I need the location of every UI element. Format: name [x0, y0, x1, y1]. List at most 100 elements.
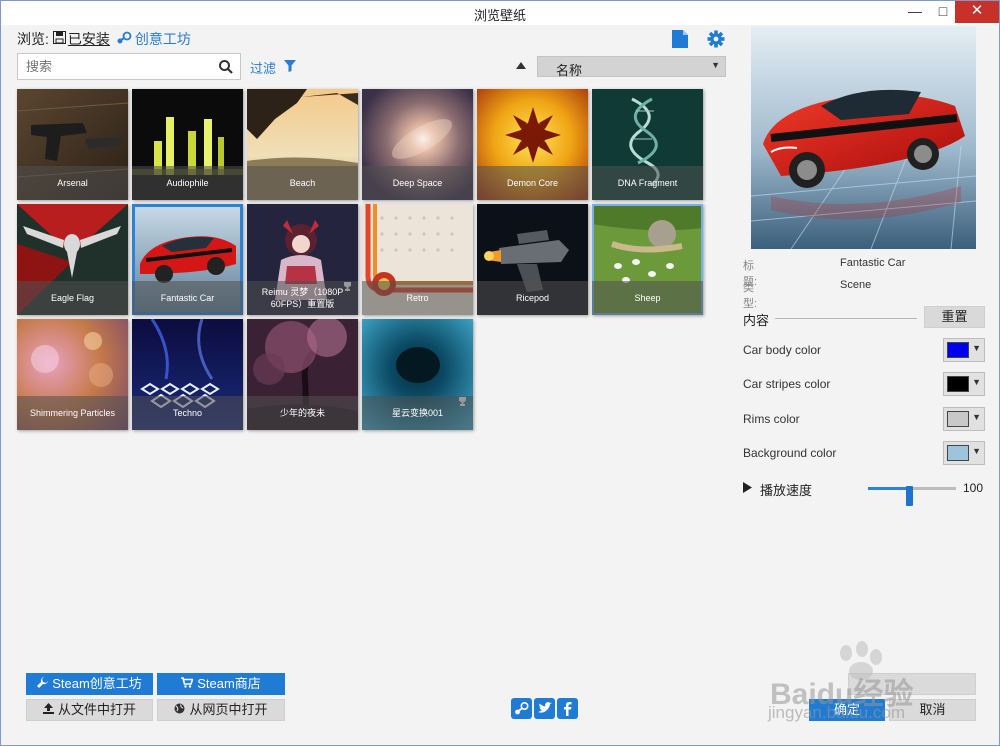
type-label: 类型:	[743, 282, 758, 310]
wallpaper-tile-arsenal[interactable]: Arsenal	[17, 89, 128, 200]
property-label: Car body color	[743, 343, 822, 357]
open-from-file-button[interactable]: 从文件中打开	[26, 699, 153, 721]
wallpaper-title: Retro	[362, 281, 473, 315]
twitter-icon[interactable]	[534, 698, 555, 719]
reset-button[interactable]: 重置	[924, 306, 985, 328]
steam-icon	[116, 31, 132, 48]
color-picker[interactable]: ▼	[943, 407, 985, 431]
property-label: Background color	[743, 446, 837, 460]
property-label: Car stripes color	[743, 377, 831, 391]
wallpaper-title: Eagle Flag	[17, 281, 128, 315]
playback-speed-label: 播放速度	[760, 483, 813, 498]
wallpaper-title: Audiophile	[132, 166, 243, 200]
chevron-down-icon: ▼	[711, 60, 720, 70]
chevron-down-icon: ▼	[972, 412, 981, 422]
sort-direction-icon[interactable]	[514, 59, 528, 71]
social-links	[511, 698, 578, 719]
color-picker[interactable]: ▼	[943, 372, 985, 396]
wallpaper-tile-sheep[interactable]: Sheep	[592, 204, 703, 315]
facebook-icon[interactable]	[557, 698, 578, 719]
content-label: 内容	[743, 313, 770, 328]
property-label: Rims color	[743, 412, 800, 426]
ok-button-secondary-hidden	[848, 673, 976, 695]
wallpaper-title: Deep Space	[362, 166, 473, 200]
title-bar: 浏览壁纸 — □ ✕	[1, 1, 999, 25]
wallpaper-tile-retro[interactable]: Retro	[362, 204, 473, 315]
browse-source-row: 浏览: 已安装 创意工坊	[17, 29, 191, 49]
content-section-header: 内容 重置	[743, 306, 985, 329]
wallpaper-tile-fantastic-car[interactable]: Fantastic Car	[132, 204, 243, 315]
wallpaper-tile-deep-space[interactable]: Deep Space	[362, 89, 473, 200]
sort-select[interactable]: 名称 ▼	[537, 56, 726, 78]
search-field	[17, 53, 241, 80]
wallpaper-tile-reimu[interactable]: Reimu 灵梦（1080P 60FPS）重置版	[247, 204, 358, 315]
wallpaper-title: 星云变换001	[362, 396, 473, 430]
close-button[interactable]: ✕	[955, 1, 999, 23]
browse-label: 浏览:	[17, 31, 49, 47]
cancel-button[interactable]: 取消	[889, 699, 976, 721]
chevron-down-icon: ▼	[972, 446, 981, 456]
minimize-button[interactable]: —	[901, 1, 929, 23]
wrench-icon	[37, 673, 49, 695]
open-from-file-label: 从文件中打开	[57, 702, 136, 717]
wallpaper-tile-ricepod[interactable]: Ricepod	[477, 204, 588, 315]
expand-triangle-icon[interactable]	[743, 482, 752, 493]
color-picker[interactable]: ▼	[943, 338, 985, 362]
wallpaper-tile-nebula-001[interactable]: 星云变换001	[362, 319, 473, 430]
wallpaper-title: Beach	[247, 166, 358, 200]
playback-speed-row: 播放速度 100	[743, 479, 987, 506]
shopping-cart-icon	[181, 673, 194, 695]
workshop-tab[interactable]: 创意工坊	[135, 29, 191, 49]
background-color-row: Background color ▼	[743, 441, 985, 465]
slider-handle[interactable]	[906, 486, 913, 506]
steam-icon[interactable]	[511, 698, 532, 719]
color-swatch	[947, 445, 969, 461]
wallpaper-tile-dna-fragment[interactable]: DNA Fragment	[592, 89, 703, 200]
wallpaper-title: Techno	[132, 396, 243, 430]
open-from-web-label: 从网页中打开	[189, 702, 268, 717]
wallpaper-title: Shimmering Particles	[17, 396, 128, 430]
steam-workshop-label: Steam创意工坊	[52, 676, 142, 691]
wallpaper-title: Fantastic Car	[132, 281, 243, 315]
ok-button[interactable]: 确定	[809, 699, 885, 721]
save-disk-icon	[52, 31, 66, 47]
wallpaper-tile-eagle-flag[interactable]: Eagle Flag	[17, 204, 128, 315]
car-preview-image	[751, 26, 976, 249]
wallpaper-tile-shimmering-particles[interactable]: Shimmering Particles	[17, 319, 128, 430]
color-swatch	[947, 411, 969, 427]
section-divider	[775, 318, 917, 319]
playback-speed-value: 100	[963, 481, 984, 495]
search-icon[interactable]	[218, 59, 234, 75]
search-input[interactable]	[26, 57, 216, 76]
wallpaper-tile-youth-night[interactable]: 少年的夜未	[247, 319, 358, 430]
top-right-tools	[669, 29, 727, 49]
playback-speed-slider[interactable]	[868, 486, 956, 506]
chevron-down-icon: ▼	[972, 377, 981, 387]
wallpaper-tile-beach[interactable]: Beach	[247, 89, 358, 200]
type-value: Scene	[840, 279, 872, 291]
car-stripes-color-row: Car stripes color ▼	[743, 372, 985, 396]
wallpaper-title: Arsenal	[17, 166, 128, 200]
wallpaper-title: 少年的夜未	[247, 396, 358, 430]
open-from-web-button[interactable]: 从网页中打开	[157, 699, 285, 721]
wallpaper-tile-audiophile[interactable]: Audiophile	[132, 89, 243, 200]
maximize-button[interactable]: □	[929, 1, 957, 23]
steam-workshop-button[interactable]: Steam创意工坊	[26, 673, 153, 695]
installed-tab[interactable]: 已安装	[68, 29, 110, 49]
rims-color-row: Rims color ▼	[743, 407, 985, 431]
filter-label: 过滤	[250, 61, 277, 76]
wallpaper-preview	[751, 26, 976, 249]
document-icon[interactable]	[669, 29, 691, 49]
steam-store-button[interactable]: Steam商店	[157, 673, 285, 695]
color-picker[interactable]: ▼	[943, 441, 985, 465]
gear-icon[interactable]	[705, 29, 727, 49]
chevron-down-icon: ▼	[972, 343, 981, 353]
filter-toggle[interactable]: 过滤	[250, 58, 297, 77]
color-swatch	[947, 376, 969, 392]
wallpaper-title: DNA Fragment	[592, 166, 703, 200]
wallpaper-tile-techno[interactable]: Techno	[132, 319, 243, 430]
wallpaper-tile-demon-core[interactable]: Demon Core	[477, 89, 588, 200]
car-body-color-row: Car body color ▼	[743, 338, 985, 362]
funnel-icon	[284, 60, 297, 75]
window-title: 浏览壁纸	[473, 8, 526, 23]
